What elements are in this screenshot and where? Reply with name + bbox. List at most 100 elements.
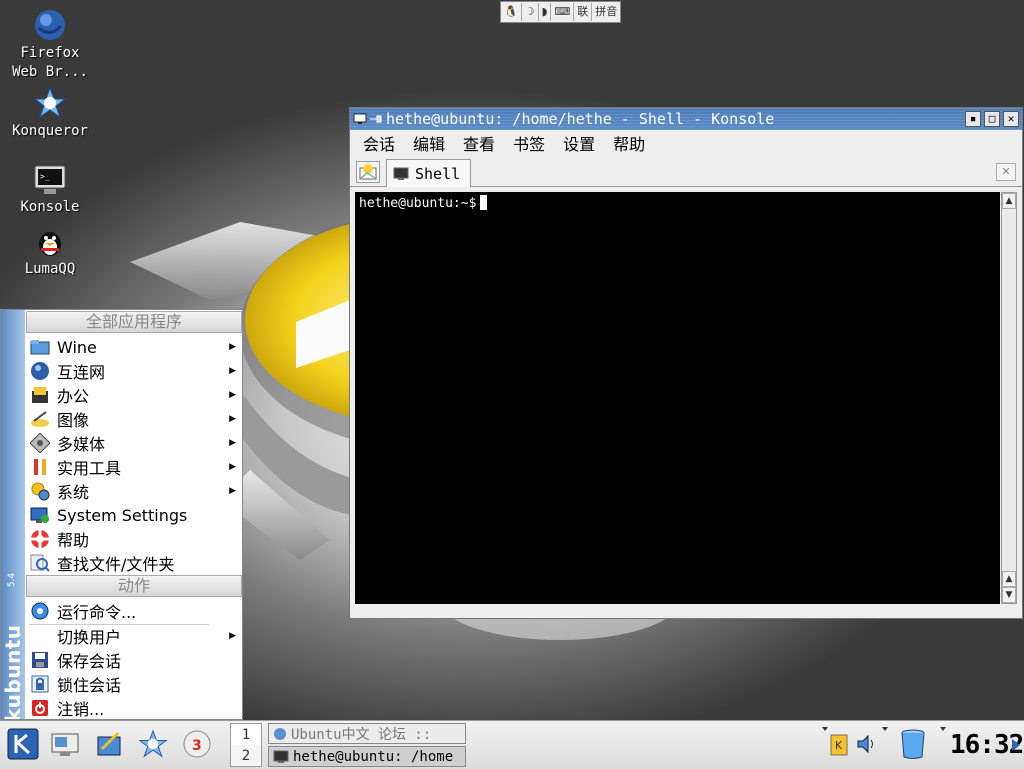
k-menu-button[interactable]	[6, 727, 40, 761]
k-menu-item-label: 查找文件/文件夹	[57, 555, 175, 574]
clock[interactable]: 16:32	[950, 727, 1024, 763]
k-menu-item-multimedia[interactable]: 多媒体 ▶	[26, 431, 242, 455]
k-menu-item-office[interactable]: 办公 ▶	[26, 383, 242, 407]
task-label: hethe@ubuntu: /home	[293, 748, 454, 765]
submenu-arrow-icon: ▶	[229, 462, 236, 472]
window-menu-icon[interactable]	[353, 113, 367, 125]
scroll-down-arrow[interactable]: ▼	[1002, 587, 1016, 603]
task-button-ubuntu-forum[interactable]: Ubuntu中文 论坛 ::	[268, 723, 466, 744]
menubar: 会话 编辑 查看 书签 设置 帮助	[350, 130, 1022, 156]
menu-edit[interactable]: 编辑	[404, 131, 454, 155]
submenu-arrow-icon: ▶	[229, 366, 236, 376]
desktop-icon-lumaqq[interactable]: LumaQQ	[0, 228, 100, 279]
control-center-icon	[97, 731, 121, 756]
input-method-bar[interactable]: 🐧 ☽ ◗ ⌨ 联 拼音	[500, 1, 622, 23]
pin-icon[interactable]	[369, 113, 383, 125]
klipper-clipboard-icon: K	[830, 734, 848, 756]
desktop-pager[interactable]: 1 2	[230, 723, 262, 767]
k-menu-item-utilities[interactable]: 实用工具 ▶	[26, 455, 242, 479]
submenu-arrow-icon: ▶	[229, 438, 236, 448]
desktop-icon-label: Firefox	[20, 45, 80, 61]
desktop-icon-label: Web Br...	[12, 64, 88, 80]
fullwidth-icon[interactable]: ☽	[522, 3, 539, 21]
ime-cn-label[interactable]: 联	[574, 3, 593, 21]
k-menu-item-graphics[interactable]: 图像 ▶	[26, 407, 242, 431]
pager-desktop-2[interactable]: 2	[231, 745, 261, 766]
k-menu-item-label: 实用工具	[57, 459, 122, 478]
punct-icon[interactable]: ◗	[539, 3, 552, 21]
menu-settings[interactable]: 设置	[554, 131, 604, 155]
tux-icon[interactable]: 🐧	[501, 3, 522, 21]
k-menu-header-all-apps: 全部应用程序	[26, 311, 242, 333]
k-menu-item-system[interactable]: 系统 ▶	[26, 479, 242, 503]
pager-desktop-1[interactable]: 1	[231, 724, 261, 745]
menu-session[interactable]: 会话	[354, 131, 404, 155]
launcher-kontact[interactable]: 3	[180, 727, 214, 761]
window-titlebar[interactable]: hethe@ubuntu: /home/hethe - Shell - Kons…	[350, 108, 1022, 130]
maximize-button[interactable]: □	[984, 111, 1000, 127]
scroll-up-arrow-bottom[interactable]: ▲	[1002, 571, 1016, 587]
desktop: Firefox Web Br... Konqueror >_ Konsole L…	[0, 0, 1024, 720]
minimize-button[interactable]: ▪	[965, 111, 981, 127]
konqueror-launcher-icon	[138, 729, 168, 758]
arrow-right-icon	[1012, 739, 1020, 751]
k-menu-item-lock-session[interactable]: 锁住会话	[26, 672, 242, 696]
desktop-icon-label: Konqueror	[12, 123, 88, 139]
submenu-arrow-icon: ▶	[229, 390, 236, 400]
k-menu-item-system-settings[interactable]: System Settings	[26, 503, 242, 527]
close-button[interactable]: ✕	[1003, 111, 1019, 127]
trash-applet[interactable]	[896, 727, 930, 761]
k-menu-item-run-command[interactable]: 运行命令...	[26, 599, 242, 623]
k-menu-item-label: 图像	[57, 411, 90, 430]
new-session-button[interactable]	[356, 161, 380, 183]
menu-bookmarks[interactable]: 书签	[504, 131, 554, 155]
kde-k-icon	[7, 728, 39, 760]
task-label: Ubuntu中文 论坛 ::	[291, 726, 432, 743]
k-menu-item-wine[interactable]: Wine ▶	[26, 335, 242, 359]
desktop-icon-label: LumaQQ	[24, 261, 76, 277]
firefox-globe-icon	[35, 10, 65, 40]
terminal-scrollbar[interactable]: ▲ ▲ ▼	[1001, 192, 1017, 604]
tab-label: Shell	[415, 164, 461, 183]
desktop-icon-label: Konsole	[20, 199, 80, 215]
k-menu-item-find-files[interactable]: 查找文件/文件夹	[26, 551, 242, 575]
tab-shell[interactable]: Shell	[386, 159, 471, 187]
close-session-button[interactable]: ✕	[996, 163, 1016, 181]
konqueror-icon	[33, 86, 67, 119]
menu-view[interactable]: 查看	[454, 131, 504, 155]
menu-help[interactable]: 帮助	[604, 131, 654, 155]
desktop-icon-firefox[interactable]: Firefox Web Br...	[0, 8, 100, 82]
system-gears-icon	[29, 481, 51, 501]
ime-mode-label[interactable]: 拼音	[592, 3, 620, 21]
k-menu-item-internet[interactable]: 互连网 ▶	[26, 359, 242, 383]
klipper-tray[interactable]: K	[828, 731, 850, 757]
k-menu-item-logout[interactable]: 注销...	[26, 696, 242, 720]
k-menu-item-help[interactable]: 帮助	[26, 527, 242, 551]
k-menu-item-switch-user[interactable]: 切换用户 ▶	[26, 624, 242, 648]
show-desktop-button[interactable]	[48, 727, 82, 761]
launcher-konqueror[interactable]	[136, 727, 170, 761]
volume-tray[interactable]	[854, 731, 878, 757]
desktop-icon-konsole[interactable]: >_ Konsole	[0, 164, 100, 217]
terminal-tab-icon	[393, 167, 409, 180]
desktop-icon	[51, 733, 79, 756]
k-menu-item-label: 互连网	[57, 363, 106, 382]
k-menu-item-label: 锁住会话	[57, 676, 122, 695]
tray-grip	[880, 725, 890, 765]
desktop-icon-konqueror[interactable]: Konqueror	[0, 86, 100, 141]
konqueror-task-icon	[274, 727, 286, 740]
scroll-up-arrow[interactable]: ▲	[1002, 193, 1016, 209]
help-lifebuoy-icon	[29, 529, 51, 549]
new-session-icon	[359, 164, 377, 180]
lock-session-icon	[29, 674, 51, 694]
launcher-settings[interactable]	[92, 727, 126, 761]
k-menu-item-label: 系统	[57, 483, 90, 502]
panel-hide-button[interactable]	[1010, 735, 1022, 755]
task-button-konsole[interactable]: hethe@ubuntu: /home	[268, 746, 466, 767]
terminal-output[interactable]: hethe@ubuntu:~$	[355, 192, 1000, 604]
svg-text:>_: >_	[40, 172, 50, 181]
softkbd-icon[interactable]: ⌨	[551, 3, 575, 21]
submenu-arrow-icon: ▶	[229, 414, 236, 424]
konsole-window: hethe@ubuntu: /home/hethe - Shell - Kons…	[349, 107, 1023, 619]
k-menu-item-save-session[interactable]: 保存会话	[26, 648, 242, 672]
